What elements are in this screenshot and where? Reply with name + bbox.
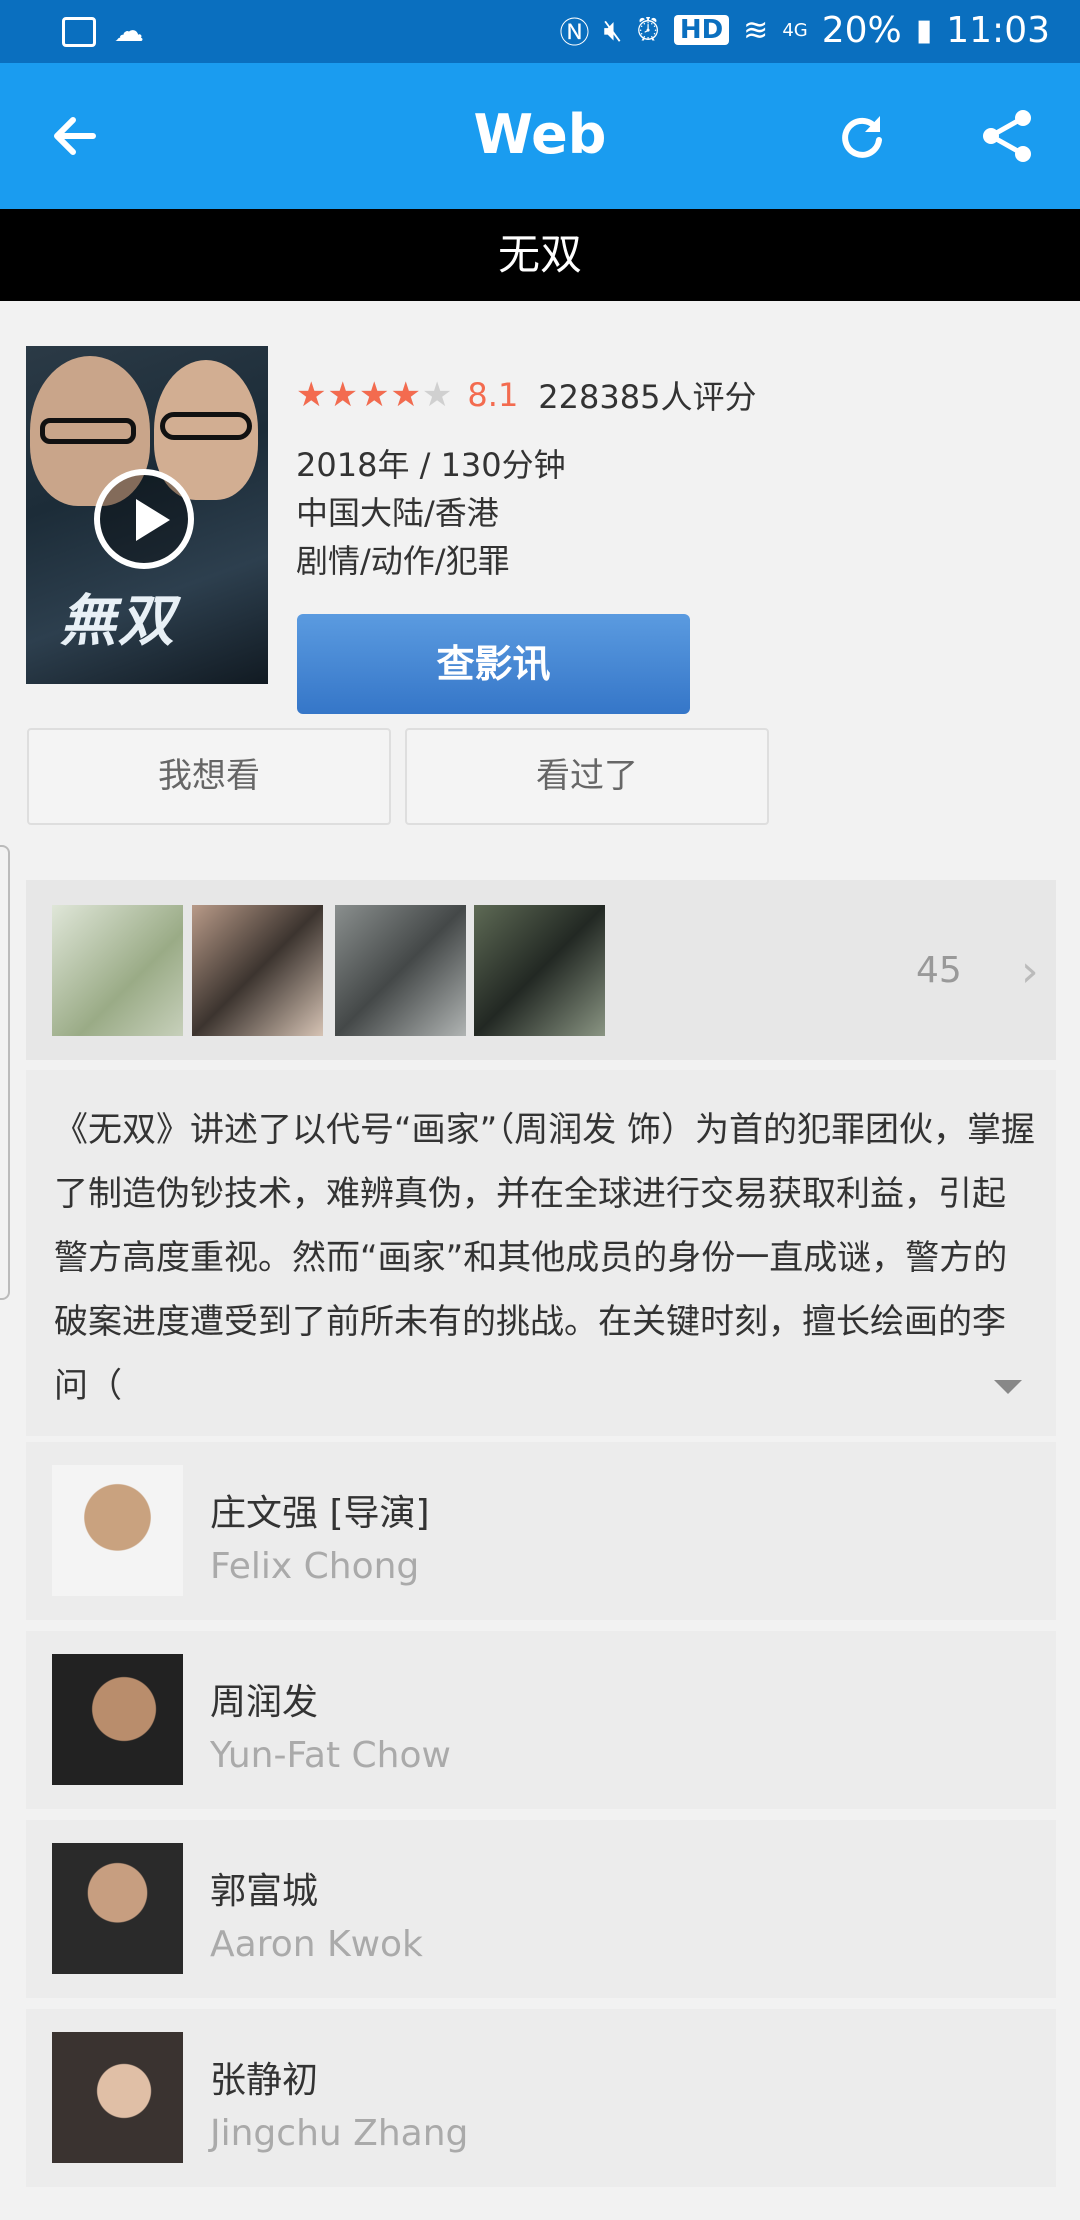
cast-name: 周润发 [210,1682,319,1723]
gallery-thumbnail[interactable] [335,905,466,1036]
synopsis-panel[interactable]: 《无双》讲述了以代号“画家”（周润发 饰）为首的犯罪团伙，掌握了制造伪钞技术，难… [26,1070,1056,1436]
gallery-thumbnail[interactable] [474,905,605,1036]
rating-stars: ★★★★★ ★★★★★ [296,375,454,415]
cast-item[interactable]: 庄文强 [导演] Felix Chong [26,1442,1056,1620]
mute-icon: 🔇︎ [603,12,623,48]
cast-photo [52,1654,183,1785]
chevron-right-icon[interactable]: › [1021,946,1039,997]
cast-english-name: Jingchu Zhang [210,2113,469,2154]
cast-name: 郭富城 [210,1871,319,1912]
refresh-icon [842,116,882,158]
genres: 剧情/动作/犯罪 [296,542,510,580]
share-icon [983,110,1031,162]
watched-button[interactable]: 看过了 [405,728,769,825]
rating-score: 8.1 [467,376,519,414]
expand-caret-icon[interactable] [994,1380,1022,1394]
clock: 11:03 [946,9,1050,51]
synopsis-text: 《无双》讲述了以代号“画家”（周润发 饰）为首的犯罪团伙，掌握了制造伪钞技术，难… [54,1110,1036,1406]
photo-count: 45 [916,950,962,991]
alarm-icon: ⏰︎ [636,12,660,48]
rating-stars-fill: ★★★★★ [296,375,423,415]
gallery-thumbnail[interactable] [192,905,323,1036]
edge-panel-handle[interactable] [0,845,10,1300]
app-bar: Web [0,63,1080,209]
photo-gallery[interactable]: 45 › [26,880,1056,1060]
year-duration: 2018年 / 130分钟 [296,446,566,484]
refresh-button[interactable] [832,106,892,166]
wifi-icon: ≋ [743,12,769,48]
want-to-watch-button[interactable]: 我想看 [27,728,391,825]
network-type: 4G [782,19,808,41]
check-showtimes-button[interactable]: 查影讯 [297,614,690,714]
cast-item[interactable]: 周润发 Yun-Fat Chow [26,1631,1056,1809]
cast-name: 庄文强 [导演] [210,1493,430,1534]
gallery-notification-icon [62,16,96,47]
status-bar: ☁ Ⓝ 🔇︎ ⏰︎ HD ≋ 4G 20% ▮ 11:03 [0,0,1080,63]
cast-item[interactable]: 张静初 Jingchu Zhang [26,2009,1056,2187]
poster-glasses-left [40,418,136,444]
cast-english-name: Yun-Fat Chow [210,1735,451,1776]
battery-icon: ▮ [915,12,933,48]
page-title: 无双 [0,209,1080,301]
hd-badge: HD [673,15,730,45]
gallery-thumbnail[interactable] [52,905,183,1036]
cast-english-name: Felix Chong [210,1546,420,1587]
poster-logo: 無双 [60,589,176,654]
nfc-icon: Ⓝ [559,16,590,51]
play-trailer-button[interactable] [94,469,194,569]
weather-notification-icon: ☁ [114,14,144,49]
poster-glasses-right [160,412,252,440]
rating-row: ★★★★★ ★★★★★ 8.1 228385人评分 [296,372,756,418]
cast-name: 张静初 [210,2060,319,2101]
cast-photo [52,2032,183,2163]
cast-english-name: Aaron Kwok [210,1924,423,1965]
cast-photo [52,1465,183,1596]
cast-item[interactable]: 郭富城 Aaron Kwok [26,1820,1056,1998]
region: 中国大陆/香港 [296,494,499,532]
battery-percent: 20% [821,9,902,51]
share-button[interactable] [977,106,1037,166]
cast-photo [52,1843,183,1974]
rating-votes: 228385人评分 [538,378,757,416]
app-bar-title: Web [473,103,607,166]
